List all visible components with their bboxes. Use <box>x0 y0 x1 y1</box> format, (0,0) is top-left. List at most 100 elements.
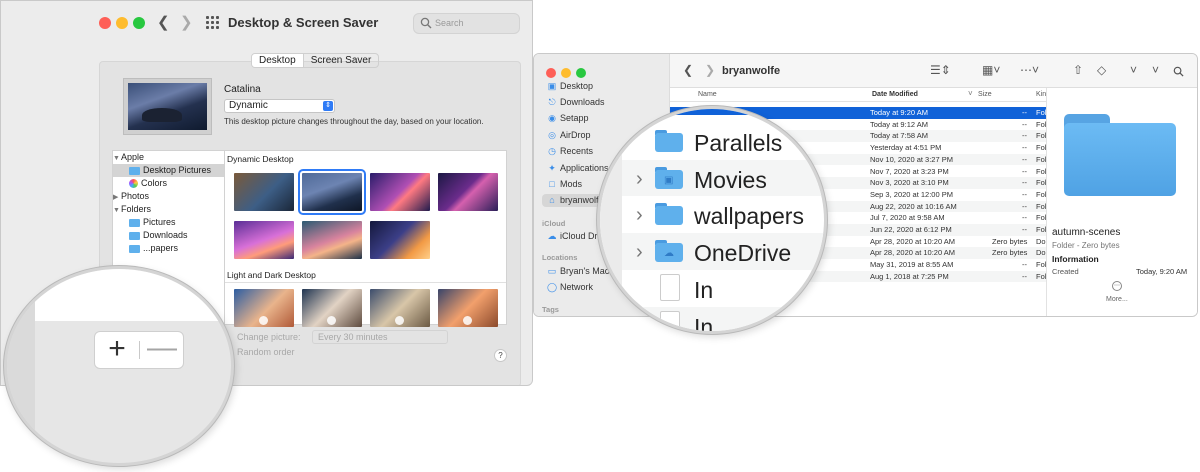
source-folders[interactable]: ▼Folders <box>113 203 225 216</box>
document-icon <box>660 310 680 331</box>
sidebar-item-mods[interactable]: □ Mods <box>547 178 582 191</box>
wallpaper-thumbnail[interactable] <box>302 221 362 259</box>
folder-icon <box>129 166 140 175</box>
zoom-button[interactable] <box>576 68 586 78</box>
close-button[interactable] <box>99 17 111 29</box>
desktop-icon: ▣ <box>547 81 557 91</box>
source-pictures[interactable]: Pictures <box>113 216 225 229</box>
zoom-button[interactable] <box>133 17 145 29</box>
list-item-onedrive[interactable]: › ☁ OneDrive <box>622 233 824 270</box>
chevron-right-icon[interactable]: › <box>636 241 643 264</box>
source-downloads[interactable]: Downloads <box>113 229 225 242</box>
change-picture-select[interactable]: Every 30 minutes <box>312 330 448 344</box>
folder-icon <box>129 218 140 227</box>
magnifier-file-list: Parallels › ▣ Movies › wallpapers › ☁ On… <box>597 106 827 334</box>
close-button[interactable] <box>546 68 556 78</box>
list-item-parallels[interactable]: Parallels <box>622 123 824 160</box>
folder-icon <box>129 231 140 240</box>
tab-desktop[interactable]: Desktop <box>252 54 304 67</box>
folder-icon <box>129 244 140 253</box>
search-icon[interactable] <box>1173 66 1184 77</box>
source-apple[interactable]: ▼Apple <box>113 151 225 164</box>
help-button[interactable]: ? <box>494 349 507 362</box>
setapp-icon: ◉ <box>548 113 556 123</box>
sort-chevron-icon: ˅ <box>968 89 973 98</box>
share-icon[interactable]: ⇧ <box>1073 63 1083 77</box>
forward-chevron-icon[interactable]: ❯ <box>705 63 715 77</box>
chevron-right-icon[interactable]: › <box>636 168 643 191</box>
more-button[interactable]: More... <box>1106 296 1128 303</box>
color-wheel-icon <box>129 179 138 189</box>
window-title: Desktop & Screen Saver <box>228 15 379 30</box>
wallpaper-thumbnail[interactable] <box>302 289 362 327</box>
minimize-button[interactable] <box>116 17 128 29</box>
sidebar-item-airdrop[interactable]: ◎ AirDrop <box>547 129 590 142</box>
wallpaper-thumbnail[interactable] <box>438 173 498 211</box>
change-picture-label: Change picture: <box>237 332 301 342</box>
grid-view-icon[interactable]: ▦˅ <box>982 63 1000 77</box>
show-all-grid-icon[interactable] <box>206 16 219 29</box>
wallpaper-thumbnail[interactable] <box>234 173 294 211</box>
section-light-dark-desktop: Light and Dark Desktop <box>227 270 316 280</box>
list-view-icon[interactable]: ☰⇕ <box>930 63 951 77</box>
action-menu-icon[interactable]: ⋯˅ <box>1020 63 1039 77</box>
column-size[interactable]: Size <box>978 91 992 98</box>
list-item-wallpapers[interactable]: › wallpapers <box>622 196 824 233</box>
list-item-in[interactable]: In <box>622 306 824 331</box>
picture-mode-value: Dynamic <box>229 100 268 111</box>
wallpaper-thumbnail[interactable] <box>234 289 294 327</box>
more-icon[interactable]: ⋯ <box>1112 281 1122 291</box>
sidebar-item-network[interactable]: ◯ Network <box>547 281 593 294</box>
wallpaper-thumbnail[interactable] <box>234 221 294 259</box>
sidebar-item-setapp[interactable]: ◉ Setapp <box>547 112 588 125</box>
applications-icon: ✦ <box>548 163 556 173</box>
list-area <box>35 269 231 321</box>
forward-chevron-icon[interactable]: ❯ <box>180 13 193 31</box>
select-arrows-icon: ⇕ <box>323 101 333 111</box>
chevron-down-icon[interactable]: ˅ <box>1152 63 1159 77</box>
source-desktop-pictures[interactable]: Desktop Pictures <box>113 164 225 177</box>
wallpaper-thumbnail[interactable] <box>370 221 430 259</box>
search-field[interactable]: Search <box>413 13 520 34</box>
picture-mode-select[interactable]: Dynamic ⇕ <box>224 99 335 113</box>
back-chevron-icon[interactable]: ❮ <box>157 13 170 31</box>
magnifier-add-remove: + — <box>4 266 234 466</box>
sidebar-item-downloads[interactable]: ⎋ Downloads <box>547 96 604 109</box>
source-wallpapers[interactable]: ...papers <box>113 242 225 255</box>
list-item-in[interactable]: In <box>622 270 824 307</box>
back-chevron-icon[interactable]: ❮ <box>683 63 693 77</box>
source-photos[interactable]: ▶ Photos <box>113 190 225 203</box>
remove-folder-button[interactable]: — <box>140 332 184 368</box>
icloud-header: iCloud <box>542 219 566 228</box>
finder-toolbar: ❮ ❯ bryanwolfe ☰⇕ ▦˅ ⋯˅ ⇧ ◇ ˅ ˅ <box>670 54 1197 88</box>
list-item-movies[interactable]: › ▣ Movies <box>622 159 824 197</box>
wallpaper-thumbnail[interactable] <box>370 289 430 327</box>
source-colors[interactable]: Colors <box>113 177 225 190</box>
sidebar-strip <box>7 269 35 463</box>
movies-folder-icon: ▣ <box>655 166 683 189</box>
column-date-modified[interactable]: Date Modified <box>872 91 918 98</box>
chevron-right-icon[interactable]: › <box>636 204 643 227</box>
sidebar-item-desktop[interactable]: ▣ Desktop <box>547 80 593 93</box>
section-dynamic-desktop: Dynamic Desktop <box>227 154 294 164</box>
tags-header: Tags <box>542 305 559 314</box>
pane-tabs: Desktop Screen Saver <box>251 53 380 68</box>
sidebar-item-recents[interactable]: ◷ Recents <box>547 145 593 158</box>
minimize-button[interactable] <box>561 68 571 78</box>
window-title: bryanwolfe <box>722 65 781 77</box>
cloud-icon: ☁ <box>547 231 557 241</box>
chevron-down-icon[interactable]: ˅ <box>1130 63 1137 77</box>
preview-created-value: Today, 9:20 AM <box>1136 267 1188 276</box>
wallpaper-thumbnail-selected[interactable] <box>298 169 366 215</box>
add-folder-button[interactable]: + <box>95 332 139 368</box>
random-order-label: Random order <box>237 347 295 357</box>
selected-row-edge <box>622 109 824 115</box>
wallpaper-thumbnail[interactable] <box>370 173 430 211</box>
home-icon: ⌂ <box>549 195 555 205</box>
tab-screen-saver[interactable]: Screen Saver <box>304 54 379 67</box>
wallpaper-thumbnail[interactable] <box>438 289 498 327</box>
column-name[interactable]: Name <box>698 91 717 98</box>
column-header: Name Date Modified ˅ Size Kind <box>670 88 1050 102</box>
tag-icon[interactable]: ◇ <box>1097 63 1106 77</box>
network-icon: ◯ <box>547 282 558 292</box>
